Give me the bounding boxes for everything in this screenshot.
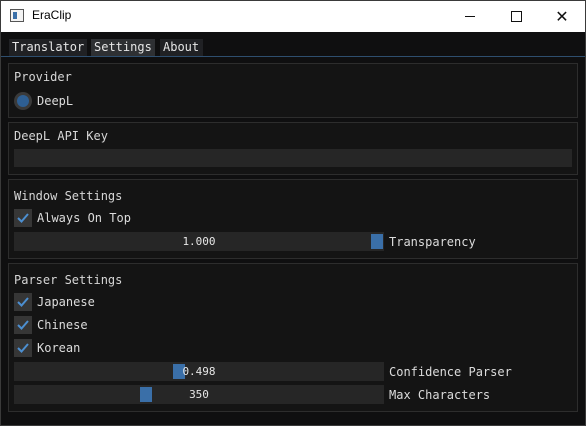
chinese-label: Chinese [37, 318, 88, 332]
confidence-label: Confidence Parser [389, 365, 512, 379]
transparency-slider[interactable]: 1.000 [14, 232, 384, 251]
max-characters-slider[interactable]: 350 [14, 385, 384, 404]
checkmark-icon [17, 297, 29, 307]
provider-section: Provider DeepL [8, 63, 578, 118]
tab-settings[interactable]: Settings [91, 39, 155, 56]
japanese-label: Japanese [37, 295, 95, 309]
korean-checkbox[interactable] [14, 339, 32, 357]
window-title: EraClip [32, 8, 72, 22]
maximize-button[interactable] [493, 1, 539, 32]
minimize-icon [465, 16, 475, 17]
radio-selected-dot [17, 95, 29, 107]
window-settings-section: Window Settings Always On Top 1.000 Tran… [8, 179, 578, 259]
close-button[interactable]: ✕ [539, 1, 585, 32]
window-settings-title: Window Settings [14, 189, 123, 203]
tab-about[interactable]: About [160, 39, 203, 56]
minimize-button[interactable] [447, 1, 493, 32]
deepl-radio-label: DeepL [37, 94, 74, 108]
checkmark-icon [17, 213, 29, 223]
chinese-checkbox[interactable] [14, 316, 32, 334]
provider-title: Provider [14, 70, 72, 84]
tab-translator[interactable]: Translator [9, 39, 87, 56]
checkmark-icon [17, 343, 29, 353]
confidence-slider[interactable]: 0.498 [14, 362, 384, 381]
korean-label: Korean [37, 341, 81, 355]
confidence-value: 0.498 [182, 365, 216, 378]
max-characters-value: 350 [189, 388, 209, 401]
api-key-title: DeepL API Key [14, 129, 108, 143]
title-bar[interactable]: EraClip ✕ [1, 1, 585, 32]
transparency-value: 1.000 [182, 235, 216, 248]
japanese-checkbox[interactable] [14, 293, 32, 311]
max-characters-label: Max Characters [389, 388, 491, 402]
parser-settings-section: Parser Settings Japanese Chinese Korean … [8, 263, 578, 412]
close-icon: ✕ [555, 6, 569, 26]
api-key-section: DeepL API Key [8, 122, 578, 175]
always-on-top-checkbox[interactable] [14, 209, 32, 227]
always-on-top-label: Always On Top [37, 211, 131, 225]
app-icon [10, 9, 24, 22]
parser-settings-title: Parser Settings [14, 273, 123, 287]
transparency-label: Transparency [389, 235, 476, 249]
deepl-radio[interactable] [14, 92, 32, 110]
app-window: EraClip ✕ Translator Settings About Prov… [0, 0, 586, 426]
api-key-input[interactable] [14, 149, 572, 167]
maximize-icon [510, 11, 522, 22]
checkmark-icon [17, 320, 29, 330]
tab-divider [1, 56, 585, 57]
